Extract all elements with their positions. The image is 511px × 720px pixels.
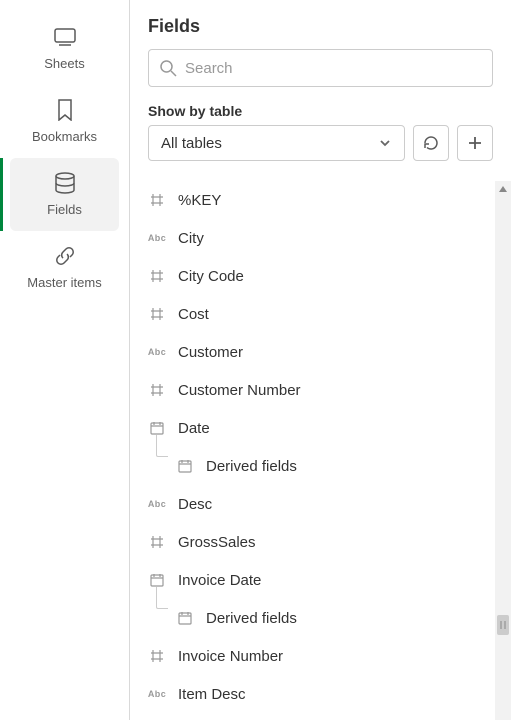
sidebar-item-master-items[interactable]: Master items: [0, 231, 129, 304]
refresh-button[interactable]: [413, 125, 449, 161]
sheets-icon: [52, 26, 78, 48]
field-row[interactable]: Date: [130, 409, 495, 447]
database-icon: [52, 172, 78, 194]
field-row[interactable]: %KEY: [130, 181, 495, 219]
field-label: City: [178, 230, 204, 247]
sidebar-item-bookmarks[interactable]: Bookmarks: [0, 85, 129, 158]
field-label: Cost: [178, 306, 209, 323]
field-row[interactable]: Abc Customer: [130, 333, 495, 371]
main-panel: Fields Show by table All tables: [130, 0, 511, 720]
field-row[interactable]: Abc Item Desc: [130, 675, 495, 713]
sidebar-item-label: Fields: [47, 202, 82, 217]
calendar-icon: [146, 421, 168, 435]
plus-icon: [467, 135, 483, 151]
field-row[interactable]: Abc Desc: [130, 485, 495, 523]
field-row[interactable]: Invoice Date: [130, 561, 495, 599]
scroll-up-arrow[interactable]: [495, 181, 511, 197]
field-row[interactable]: City Code: [130, 257, 495, 295]
field-label: %KEY: [178, 192, 221, 209]
field-row[interactable]: Customer Number: [130, 371, 495, 409]
field-label: Customer: [178, 344, 243, 361]
field-label: Customer Number: [178, 382, 301, 399]
link-icon: [52, 245, 78, 267]
field-row[interactable]: Abc City: [130, 219, 495, 257]
field-label: Invoice Date: [178, 572, 261, 589]
scroll-thumb[interactable]: [497, 615, 509, 635]
tree-line: [156, 435, 168, 457]
panel-title: Fields: [148, 16, 493, 37]
text-icon: Abc: [146, 347, 168, 357]
search-icon: [159, 59, 177, 77]
field-label: Invoice Number: [178, 648, 283, 665]
refresh-icon: [422, 134, 440, 152]
sidebar-item-sheets[interactable]: Sheets: [0, 12, 129, 85]
field-label: GrossSales: [178, 534, 256, 551]
field-row[interactable]: Invoice Number: [130, 637, 495, 675]
panel-header: Fields Show by table All tables: [130, 0, 511, 173]
hash-icon: [146, 307, 168, 321]
field-label: Derived fields: [206, 458, 297, 475]
field-row[interactable]: GrossSales: [130, 523, 495, 561]
scrollbar[interactable]: [495, 181, 511, 720]
fields-list-wrap: %KEY Abc City City Code Cost Abc Customer Custo…: [130, 181, 511, 720]
sidebar-item-label: Sheets: [44, 56, 84, 71]
tree-line: [156, 587, 168, 609]
calendar-icon: [174, 611, 196, 625]
field-row[interactable]: Derived fields: [130, 599, 495, 637]
bookmark-icon: [52, 99, 78, 121]
chevron-down-icon: [378, 136, 392, 150]
sidebar: Sheets Bookmarks Fields Master items: [0, 0, 130, 720]
hash-icon: [146, 535, 168, 549]
field-label: Desc: [178, 496, 212, 513]
search-box[interactable]: [148, 49, 493, 87]
sidebar-item-label: Master items: [27, 275, 101, 290]
table-select-value: All tables: [161, 135, 222, 152]
show-by-table-label: Show by table: [148, 103, 493, 119]
field-row[interactable]: Cost: [130, 295, 495, 333]
search-input[interactable]: [185, 60, 482, 77]
calendar-icon: [146, 573, 168, 587]
sidebar-item-label: Bookmarks: [32, 129, 97, 144]
calendar-icon: [174, 459, 196, 473]
field-row[interactable]: Derived fields: [130, 447, 495, 485]
sidebar-item-fields[interactable]: Fields: [10, 158, 119, 231]
field-label: City Code: [178, 268, 244, 285]
field-label: Item Desc: [178, 686, 246, 703]
hash-icon: [146, 193, 168, 207]
field-label: Date: [178, 420, 210, 437]
show-by-section: Show by table All tables: [148, 103, 493, 161]
text-icon: Abc: [146, 233, 168, 243]
hash-icon: [146, 383, 168, 397]
text-icon: Abc: [146, 499, 168, 509]
text-icon: Abc: [146, 689, 168, 699]
table-select[interactable]: All tables: [148, 125, 405, 161]
fields-list: %KEY Abc City City Code Cost Abc Customer Custo…: [130, 181, 495, 720]
add-button[interactable]: [457, 125, 493, 161]
field-label: Derived fields: [206, 610, 297, 627]
hash-icon: [146, 649, 168, 663]
hash-icon: [146, 269, 168, 283]
